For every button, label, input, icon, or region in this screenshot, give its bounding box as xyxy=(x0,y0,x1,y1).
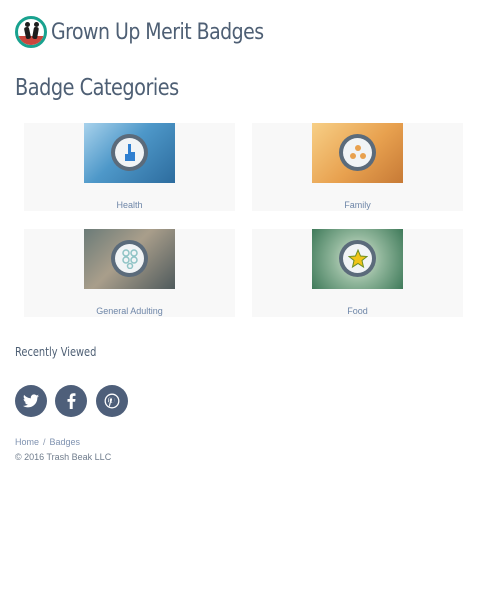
page-title: Badge Categories xyxy=(15,75,179,101)
pointing-hand-icon xyxy=(115,138,144,167)
site-title[interactable]: Grown Up Merit Badges xyxy=(51,20,264,45)
food-thumbnail[interactable] xyxy=(312,229,403,289)
logo-icon[interactable] xyxy=(15,16,47,48)
copyright-text: © 2016 Trash Beak LLC xyxy=(15,452,112,462)
category-label[interactable]: Health xyxy=(24,200,235,210)
category-card-food[interactable]: Food xyxy=(252,229,463,317)
twitter-icon xyxy=(23,394,39,408)
pinterest-button[interactable] xyxy=(96,385,128,417)
facebook-icon xyxy=(67,393,75,409)
category-label[interactable]: General Adulting xyxy=(24,306,235,316)
breadcrumb: Home / Badges xyxy=(15,437,80,447)
pinterest-icon xyxy=(104,393,120,409)
breadcrumb-badges-link[interactable]: Badges xyxy=(50,437,81,447)
family-icon xyxy=(343,138,372,167)
breadcrumb-home-link[interactable]: Home xyxy=(15,437,39,447)
category-card-family[interactable]: Family xyxy=(252,123,463,211)
general-adulting-thumbnail[interactable] xyxy=(84,229,175,289)
site-header: Grown Up Merit Badges xyxy=(15,15,298,49)
recently-viewed-heading: Recently Viewed xyxy=(15,345,97,359)
category-label[interactable]: Food xyxy=(252,306,463,316)
category-label[interactable]: Family xyxy=(252,200,463,210)
family-thumbnail[interactable] xyxy=(312,123,403,183)
star-food-icon xyxy=(343,244,372,273)
twitter-button[interactable] xyxy=(15,385,47,417)
breadcrumb-separator: / xyxy=(43,437,46,447)
coins-icon xyxy=(115,244,144,273)
category-card-health[interactable]: Health xyxy=(24,123,235,211)
category-card-general-adulting[interactable]: General Adulting xyxy=(24,229,235,317)
facebook-button[interactable] xyxy=(55,385,87,417)
health-thumbnail[interactable] xyxy=(84,123,175,183)
